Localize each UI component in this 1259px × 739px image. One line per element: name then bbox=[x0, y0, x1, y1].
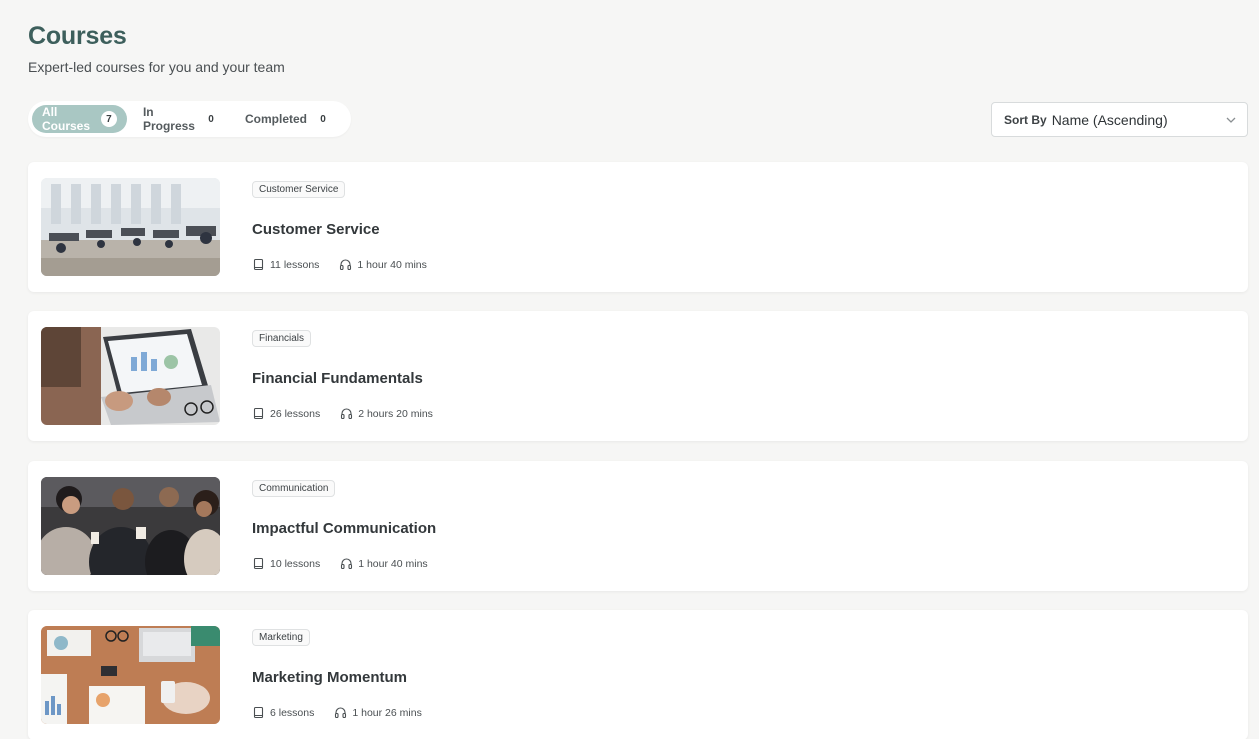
duration-text: 2 hours 20 mins bbox=[358, 407, 433, 420]
tab-all-courses[interactable]: All Courses 7 bbox=[32, 105, 127, 133]
page-subtitle: Expert-led courses for you and your team bbox=[28, 59, 285, 75]
book-icon bbox=[253, 557, 264, 570]
sort-label: Sort By bbox=[1004, 112, 1047, 127]
lesson-count: 11 lessons bbox=[252, 258, 319, 271]
course-title: Impactful Communication bbox=[252, 520, 437, 537]
course-image-office bbox=[41, 178, 220, 276]
tab-label: All Courses bbox=[42, 105, 91, 133]
course-title: Customer Service bbox=[252, 221, 380, 238]
book-icon bbox=[253, 258, 264, 271]
headphones-icon bbox=[335, 707, 347, 719]
course-card-impactful-communication[interactable]: Communication Impactful Communication 10… bbox=[28, 461, 1248, 591]
tab-count-badge: 0 bbox=[208, 113, 214, 125]
course-title: Financial Fundamentals bbox=[252, 370, 423, 387]
lesson-count-text: 11 lessons bbox=[270, 258, 320, 271]
lesson-count-text: 6 lessons bbox=[270, 706, 315, 719]
course-card-marketing-momentum[interactable]: Marketing Marketing Momentum 6 lessons 1… bbox=[28, 610, 1248, 739]
course-category-tag: Financials bbox=[252, 330, 312, 347]
lesson-count: 6 lessons bbox=[252, 706, 314, 719]
course-meta: 11 lessons 1 hour 40 mins bbox=[252, 258, 447, 271]
duration-text: 1 hour 40 mins bbox=[358, 557, 428, 570]
headphones-icon bbox=[340, 259, 352, 271]
course-category-tag: Marketing bbox=[252, 629, 310, 646]
course-duration: 1 hour 40 mins bbox=[339, 258, 427, 271]
course-meta: 26 lessons 2 hours 20 mins bbox=[252, 407, 453, 420]
lesson-count-text: 26 lessons bbox=[270, 407, 321, 420]
lesson-count-text: 10 lessons bbox=[270, 557, 321, 570]
course-card-financial-fundamentals[interactable]: Financials Financial Fundamentals 26 les… bbox=[28, 311, 1248, 441]
tab-in-progress[interactable]: In Progress 0 bbox=[133, 105, 229, 133]
sort-select[interactable]: Sort By Name (Ascending) bbox=[991, 102, 1248, 137]
course-duration: 1 hour 26 mins bbox=[334, 706, 422, 719]
tab-label: In Progress bbox=[142, 105, 195, 133]
course-filter-tabs: All Courses 7 In Progress 0 Completed 0 bbox=[28, 101, 351, 137]
lesson-count: 26 lessons bbox=[252, 407, 320, 420]
book-icon bbox=[253, 706, 264, 719]
course-image-laptop bbox=[41, 327, 220, 425]
duration-text: 1 hour 26 mins bbox=[352, 706, 422, 719]
headphones-icon bbox=[341, 408, 353, 420]
chevron-down-icon bbox=[1226, 117, 1236, 123]
duration-text: 1 hour 40 mins bbox=[357, 258, 427, 271]
tab-label: Completed bbox=[244, 112, 307, 126]
course-image-people bbox=[41, 477, 220, 575]
course-meta: 6 lessons 1 hour 26 mins bbox=[252, 706, 442, 719]
tab-completed[interactable]: Completed 0 bbox=[235, 105, 341, 133]
book-icon bbox=[253, 407, 264, 420]
course-image-desk bbox=[41, 626, 220, 724]
lesson-count: 10 lessons bbox=[252, 557, 320, 570]
course-meta: 10 lessons 1 hour 40 mins bbox=[252, 557, 448, 570]
courses-page: Courses Expert-led courses for you and y… bbox=[0, 0, 1259, 739]
page-title: Courses bbox=[28, 22, 127, 50]
tab-count-badge: 0 bbox=[320, 113, 326, 125]
course-category-tag: Communication bbox=[252, 480, 336, 497]
course-duration: 1 hour 40 mins bbox=[340, 557, 428, 570]
sort-value: Name (Ascending) bbox=[1051, 111, 1168, 128]
headphones-icon bbox=[341, 558, 353, 570]
tab-count-badge: 7 bbox=[100, 111, 117, 127]
course-title: Marketing Momentum bbox=[252, 669, 408, 686]
course-duration: 2 hours 20 mins bbox=[340, 407, 433, 420]
course-category-tag: Customer Service bbox=[252, 181, 346, 198]
course-card-customer-service[interactable]: Customer Service Customer Service 11 les… bbox=[28, 162, 1248, 292]
